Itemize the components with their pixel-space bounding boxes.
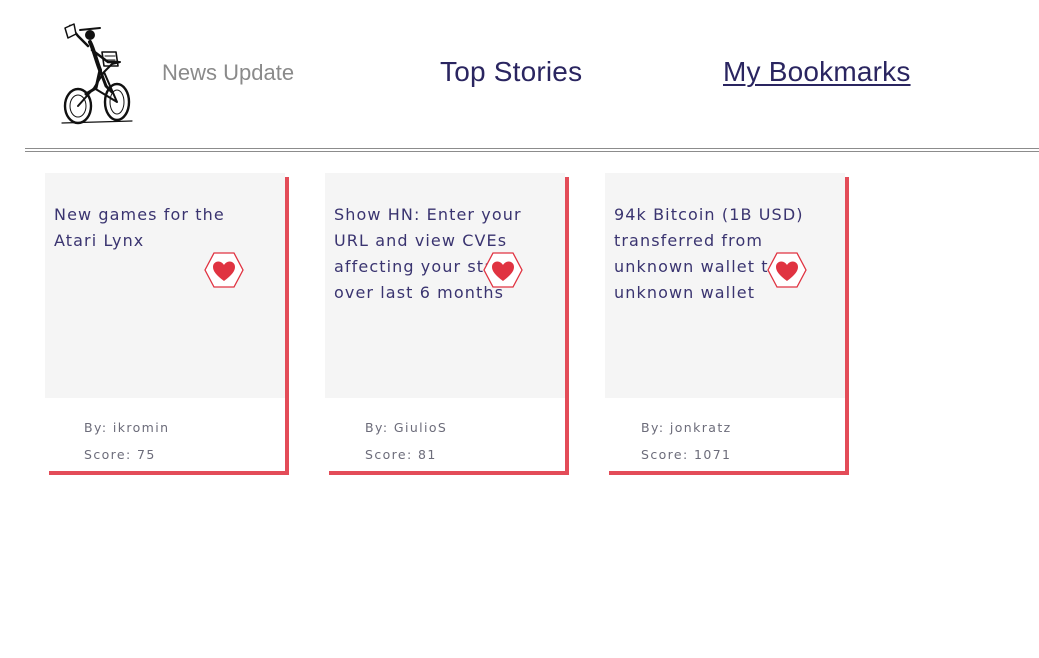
- author-prefix: By:: [365, 420, 389, 435]
- story-card-footer: By: GiulioS Score: 81: [325, 398, 565, 471]
- score-prefix: Score:: [365, 447, 413, 462]
- story-card: New games for the Atari Lynx By: ikromin…: [45, 173, 285, 471]
- header-divider: [25, 148, 1039, 149]
- story-author: By: ikromin: [84, 420, 169, 435]
- story-card: 94k Bitcoin (1B USD) transferred from un…: [605, 173, 845, 471]
- author-prefix: By:: [641, 420, 665, 435]
- nav-my-bookmarks[interactable]: My Bookmarks: [723, 56, 911, 88]
- nav-top-stories[interactable]: Top Stories: [440, 56, 582, 88]
- author-name: GiulioS: [393, 420, 448, 435]
- story-title[interactable]: New games for the Atari Lynx: [54, 202, 274, 254]
- score-value: 81: [418, 447, 437, 462]
- story-card: Show HN: Enter your URL and view CVEs af…: [325, 173, 565, 471]
- heart-icon: [204, 252, 244, 288]
- site-header: News Update Top Stories My Bookmarks: [0, 0, 1039, 148]
- story-score: Score: 75: [84, 447, 156, 462]
- bookmark-heart-button[interactable]: [204, 252, 244, 288]
- author-prefix: By:: [84, 420, 108, 435]
- bookmark-heart-button[interactable]: [483, 252, 523, 288]
- story-card-footer: By: jonkratz Score: 1071: [605, 398, 845, 471]
- author-name: jonkratz: [669, 420, 732, 435]
- bookmark-heart-button[interactable]: [767, 252, 807, 288]
- story-card-footer: By: ikromin Score: 75: [45, 398, 285, 471]
- header-divider-secondary: [25, 151, 1039, 152]
- score-prefix: Score:: [641, 447, 689, 462]
- heart-icon: [767, 252, 807, 288]
- cyclist-logo-icon[interactable]: [60, 22, 136, 126]
- story-card-body: New games for the Atari Lynx: [45, 173, 285, 398]
- story-author: By: jonkratz: [641, 420, 732, 435]
- heart-icon: [483, 252, 523, 288]
- story-author: By: GiulioS: [365, 420, 447, 435]
- brand-link[interactable]: News Update: [162, 60, 294, 86]
- story-card-body: Show HN: Enter your URL and view CVEs af…: [325, 173, 565, 398]
- score-value: 1071: [694, 447, 732, 462]
- story-score: Score: 1071: [641, 447, 731, 462]
- score-prefix: Score:: [84, 447, 132, 462]
- story-card-body: 94k Bitcoin (1B USD) transferred from un…: [605, 173, 845, 398]
- story-score: Score: 81: [365, 447, 437, 462]
- score-value: 75: [137, 447, 156, 462]
- author-name: ikromin: [112, 420, 170, 435]
